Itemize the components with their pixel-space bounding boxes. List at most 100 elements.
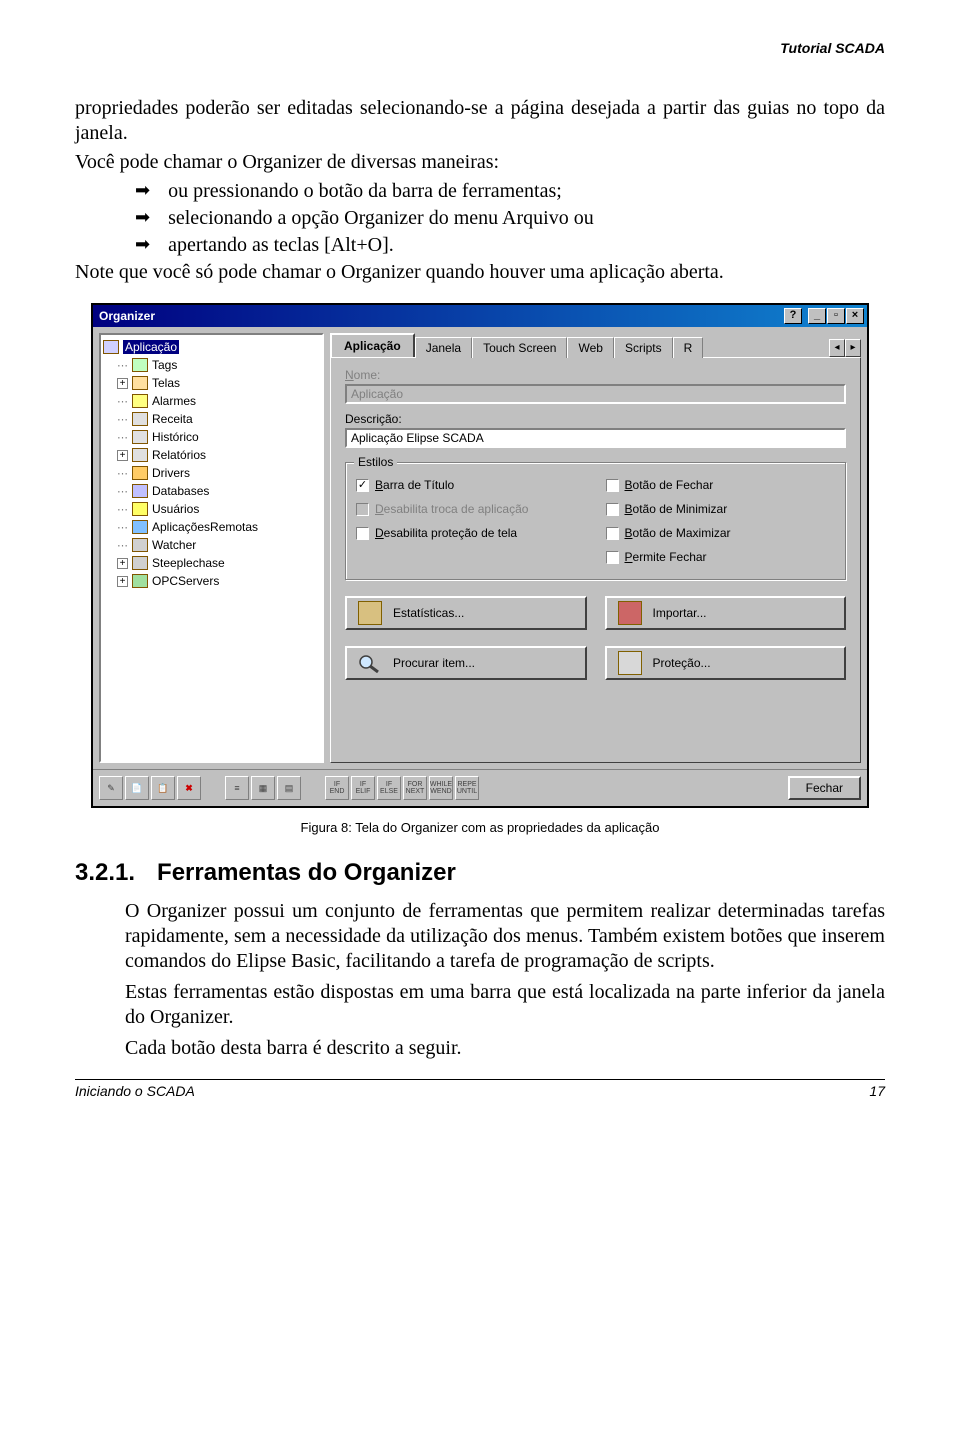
intro-paragraph-3: Note que você só pode chamar o Organizer… [75, 260, 885, 285]
tree-connector: ⋯ [117, 467, 129, 480]
tree-label: Watcher [152, 538, 196, 552]
page-footer: Iniciando o SCADA 17 [75, 1079, 885, 1099]
toolbar-button[interactable]: ▤ [277, 776, 301, 800]
tree-label: Aplicação [123, 340, 179, 354]
tab-scroll-right[interactable]: ▸ [845, 339, 861, 357]
styles-groupbox: Estilos ✓Barra de TítuloDesabilita troca… [345, 462, 846, 580]
tree-item[interactable]: ⋯Tags [103, 356, 320, 374]
tree-item[interactable]: ⋯Histórico [103, 428, 320, 446]
bullet-text: ou pressionando o botão da barra de ferr… [168, 179, 562, 204]
name-input: Aplicação [345, 384, 846, 404]
toolbar-button[interactable]: 📋 [151, 776, 175, 800]
help-button[interactable]: ? [784, 308, 802, 324]
arrow-icon: ➡ [135, 233, 150, 256]
description-input[interactable]: Aplicação Elipse SCADA [345, 428, 846, 448]
checkbox[interactable] [606, 527, 619, 540]
checkbox-row[interactable]: ✓Barra de Título [356, 473, 586, 497]
tab-scripts[interactable]: Scripts [614, 337, 673, 358]
tree-item[interactable]: ⋯Watcher [103, 536, 320, 554]
tab-aplicação[interactable]: Aplicação [330, 333, 415, 357]
magnify-icon [355, 651, 385, 675]
checkbox-row[interactable]: Botão de Fechar [606, 473, 836, 497]
tree-connector: ⋯ [117, 413, 129, 426]
script-toolbar-button[interactable]: IFELSE [377, 776, 401, 800]
tab-janela[interactable]: Janela [415, 337, 472, 358]
tree-label: Receita [152, 412, 193, 426]
tree-label: Tags [152, 358, 177, 372]
app-icon [103, 340, 119, 354]
checkbox-row[interactable]: Desabilita proteção de tela [356, 521, 586, 545]
tree-label: Telas [152, 376, 180, 390]
script-toolbar-button[interactable]: WHILEWEND [429, 776, 453, 800]
titlebar[interactable]: Organizer ? _ ▫ × [93, 305, 867, 327]
toolbar-button[interactable]: ▦ [251, 776, 275, 800]
toolbar-button[interactable]: 📄 [125, 776, 149, 800]
history-icon [132, 430, 148, 444]
tree-item[interactable]: ⋯Usuários [103, 500, 320, 518]
tab-scroll-left[interactable]: ◂ [829, 339, 845, 357]
checkbox-label: Botão de Maximizar [625, 526, 731, 540]
tags-icon [132, 358, 148, 372]
expand-icon[interactable]: + [117, 378, 128, 389]
bullet-item: ➡apertando as teclas [Alt+O]. [75, 233, 885, 258]
tree-label: Histórico [152, 430, 199, 444]
tree-item[interactable]: ⋯ Receita [103, 410, 320, 428]
checkbox[interactable]: ✓ [356, 479, 369, 492]
intro-paragraph-2: Você pode chamar o Organizer de diversas… [75, 150, 885, 175]
checkbox[interactable] [606, 479, 619, 492]
checkbox-row[interactable]: Permite Fechar [606, 545, 836, 569]
checkbox-label: Permite Fechar [625, 550, 707, 564]
stats-icon [358, 601, 382, 625]
checkbox-row[interactable]: Botão de Minimizar [606, 497, 836, 521]
toolbar-button[interactable]: ≡ [225, 776, 249, 800]
tree-item[interactable]: Aplicação [103, 338, 320, 356]
tree-item[interactable]: +Steeplechase [103, 554, 320, 572]
tab-web[interactable]: Web [567, 337, 613, 358]
fechar-button[interactable]: Fechar [788, 776, 861, 800]
tab-panel-aplicacao: Nome: Aplicação Descrição: Aplicação Eli… [330, 357, 861, 763]
tree-label: OPCServers [152, 574, 219, 588]
tree-pane[interactable]: Aplicação⋯Tags+Telas⋯Alarmes⋯Receita⋯His… [99, 333, 324, 763]
find-button[interactable]: Procurar item... [345, 646, 587, 680]
styles-title: Estilos [354, 455, 397, 469]
db-icon [132, 484, 148, 498]
watcher-icon [132, 538, 148, 552]
close-window-button[interactable]: × [846, 308, 864, 324]
tree-item[interactable]: ⋯Alarmes [103, 392, 320, 410]
toolbar-button[interactable]: ✎ [99, 776, 123, 800]
name-label: Nome: [345, 368, 846, 382]
minimize-button[interactable]: _ [808, 308, 826, 324]
section-paragraph-2: Estas ferramentas estão dispostas em uma… [125, 980, 885, 1030]
tree-item[interactable]: + Telas [103, 374, 320, 392]
script-toolbar-button[interactable]: IFELIF [351, 776, 375, 800]
checkbox[interactable] [606, 551, 619, 564]
checkbox[interactable] [356, 527, 369, 540]
protect-button[interactable]: Proteção... [605, 646, 847, 680]
expand-icon[interactable]: + [117, 576, 128, 587]
import-button[interactable]: Importar... [605, 596, 847, 630]
checkbox[interactable] [606, 503, 619, 516]
checkbox [356, 503, 369, 516]
tab-r[interactable]: R [673, 337, 704, 358]
script-toolbar-button[interactable]: FORNEXT [403, 776, 427, 800]
tree-item[interactable]: + OPCServers [103, 572, 320, 590]
arrow-icon: ➡ [135, 179, 150, 202]
tree-item[interactable]: ⋯AplicaçõesRemotas [103, 518, 320, 536]
intro-paragraph-1: propriedades poderão ser editadas seleci… [75, 96, 885, 146]
tree-item[interactable]: +Relatórios [103, 446, 320, 464]
checkbox-row[interactable]: Botão de Maximizar [606, 521, 836, 545]
toolbar-button[interactable]: ✖ [177, 776, 201, 800]
script-toolbar-button[interactable]: IFEND [325, 776, 349, 800]
drivers-icon [132, 466, 148, 480]
tab-touch-screen[interactable]: Touch Screen [472, 337, 567, 358]
stats-button[interactable]: Estatísticas... [345, 596, 587, 630]
tree-connector: ⋯ [117, 503, 129, 516]
organizer-window: Organizer ? _ ▫ × Aplicação⋯Tags+Telas⋯A… [91, 303, 869, 808]
expand-icon[interactable]: + [117, 450, 128, 461]
script-toolbar-button[interactable]: REPEUNTIL [455, 776, 479, 800]
tree-item[interactable]: ⋯Databases [103, 482, 320, 500]
checkbox-label: Botão de Minimizar [625, 502, 728, 516]
expand-icon[interactable]: + [117, 558, 128, 569]
maximize-button[interactable]: ▫ [827, 308, 845, 324]
tree-item[interactable]: ⋯Drivers [103, 464, 320, 482]
